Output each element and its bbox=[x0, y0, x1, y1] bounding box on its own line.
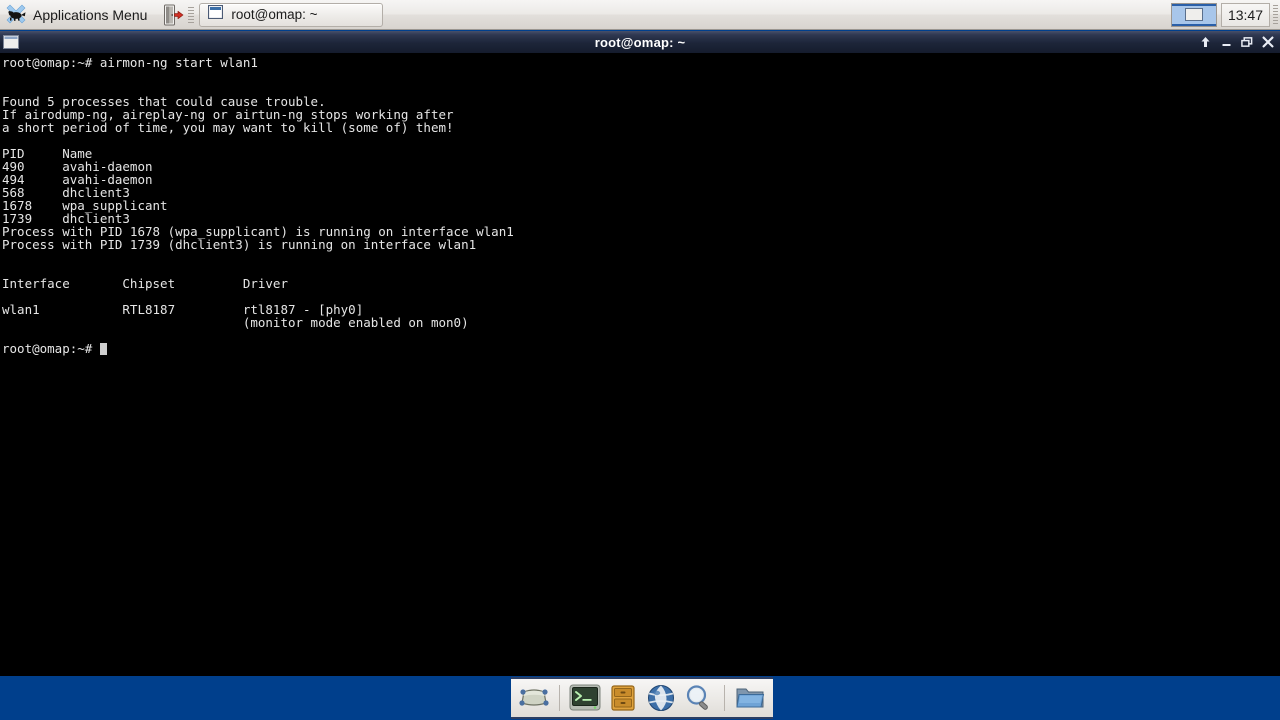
terminal-prompt: root@omap:~# bbox=[2, 341, 100, 356]
terminal-output[interactable]: root@omap:~# airmon-ng start wlan1 Found… bbox=[0, 53, 1280, 676]
terminal-line: (monitor mode enabled on mon0) bbox=[2, 315, 469, 330]
terminal-cursor bbox=[99, 343, 107, 355]
panel-edge-grip[interactable] bbox=[1273, 3, 1278, 27]
workspace-switcher-icon[interactable] bbox=[1170, 2, 1217, 27]
close-button[interactable] bbox=[1262, 35, 1274, 49]
dock-separator bbox=[559, 685, 560, 711]
workspace-active[interactable] bbox=[1171, 3, 1216, 26]
window-title: root@omap: ~ bbox=[594, 34, 686, 50]
terminal-prompt-line: root@omap:~# bbox=[2, 342, 1280, 355]
terminal-line: 494 avahi-daemon bbox=[2, 172, 153, 187]
web-browser-icon[interactable] bbox=[644, 681, 678, 715]
window-icon bbox=[208, 4, 224, 24]
dock-separator bbox=[724, 685, 725, 711]
terminal-line: 490 avahi-daemon bbox=[2, 159, 153, 174]
shade-button[interactable] bbox=[1199, 35, 1211, 49]
logout-door-icon[interactable] bbox=[161, 3, 185, 27]
task-button-label: root@omap: ~ bbox=[231, 7, 318, 22]
task-button-terminal[interactable]: root@omap: ~ bbox=[199, 2, 384, 27]
terminal-line: Interface Chipset Driver bbox=[2, 276, 288, 291]
window-menu-icon[interactable] bbox=[3, 35, 19, 49]
show-desktop-icon[interactable] bbox=[517, 681, 551, 715]
top-panel: Applications Menu root@omap: ~ 13:47 bbox=[0, 0, 1280, 30]
panel-drag-handle[interactable] bbox=[188, 4, 195, 26]
clock-label: 13:47 bbox=[1227, 6, 1263, 23]
terminal-line: Process with PID 1739 (dhclient3) is run… bbox=[2, 237, 477, 252]
applications-menu-label: Applications Menu bbox=[33, 6, 148, 23]
panel-right-area: 13:47 bbox=[1170, 1, 1280, 29]
xfce-mouse-icon bbox=[5, 4, 27, 26]
terminal-line: PID Name bbox=[2, 146, 93, 161]
clock[interactable]: 13:47 bbox=[1220, 2, 1270, 27]
maximize-button[interactable] bbox=[1241, 35, 1253, 49]
terminal-line: 1678 wpa_supplicant bbox=[2, 198, 168, 213]
file-manager-icon[interactable] bbox=[733, 681, 767, 715]
terminal-line: a short period of time, you may want to … bbox=[2, 120, 454, 135]
terminal-line: root@omap:~# airmon-ng start wlan1 bbox=[2, 55, 258, 70]
terminal-line: 568 dhclient3 bbox=[2, 185, 130, 200]
dock-panel bbox=[511, 677, 773, 719]
file-cabinet-icon[interactable] bbox=[606, 681, 640, 715]
workspace-window-thumb bbox=[1184, 8, 1203, 21]
minimize-button[interactable] bbox=[1220, 35, 1232, 49]
terminal-icon[interactable] bbox=[568, 681, 602, 715]
window-controls bbox=[1199, 31, 1274, 53]
window-titlebar[interactable]: root@omap: ~ bbox=[0, 31, 1280, 54]
applications-menu-button[interactable]: Applications Menu bbox=[1, 2, 155, 28]
desktop-screen: Applications Menu root@omap: ~ 13:47 roo… bbox=[0, 0, 1280, 720]
window-tasklist: root@omap: ~ bbox=[199, 2, 384, 28]
terminal-window: root@omap: ~ root@omap:~# airmon-ng star… bbox=[0, 31, 1280, 676]
search-icon[interactable] bbox=[682, 681, 716, 715]
